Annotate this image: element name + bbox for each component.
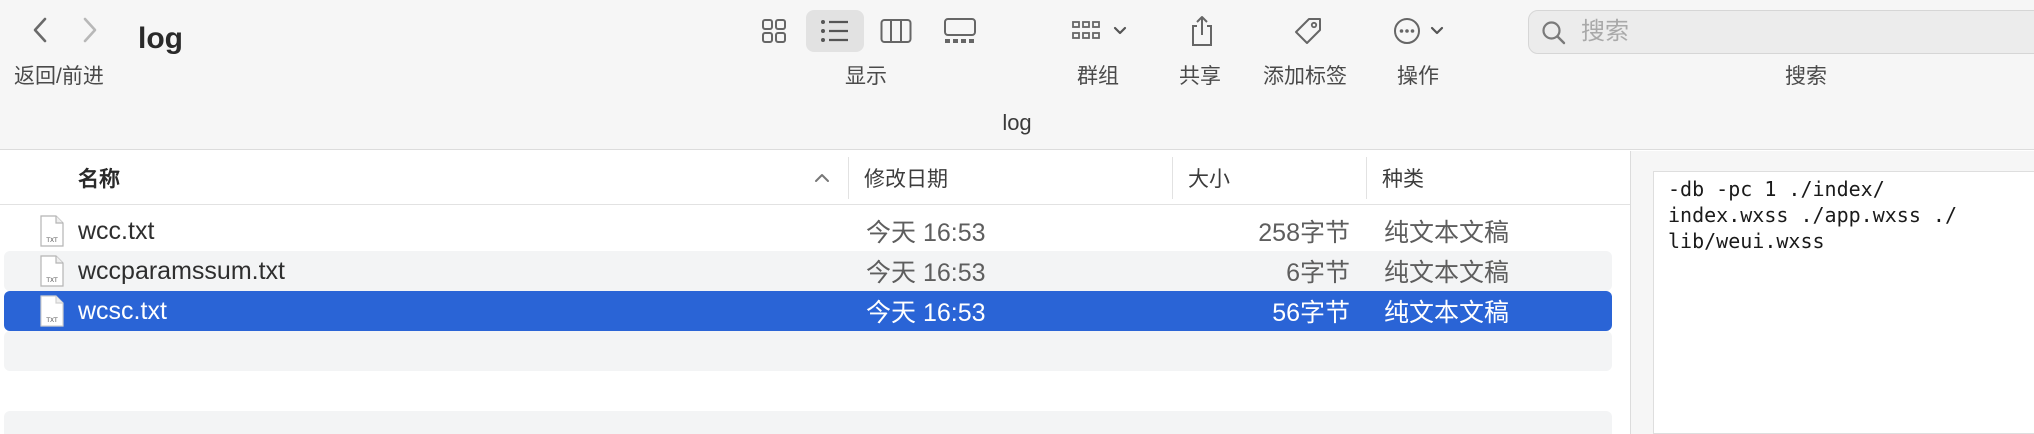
column-view-button[interactable] [874,10,918,52]
add-tag-button[interactable] [1286,10,1330,52]
file-date: 今天 16:53 [866,259,986,287]
file-size: 258字节 [1258,219,1350,247]
grid-icon [762,19,786,43]
list-view-button[interactable] [806,10,864,52]
file-row[interactable]: TXT wcc.txt 今天 16:53 258字节 纯文本文稿 [4,211,1612,251]
search-input[interactable] [1581,15,1981,49]
group-label: 群组 [1077,65,1119,88]
file-name: wcc.txt [78,216,155,245]
path-title: log [1002,110,1032,135]
tag-icon [1295,18,1321,44]
text-file-icon: TXT [40,215,64,247]
file-list: 名称 修改日期 大小 种类 TXT wcc.txt 今天 16:53 258字节 [0,151,1630,434]
column-size-header[interactable]: 大小 [1188,151,1230,205]
nav-label: 返回/前进 [14,65,104,88]
share-button[interactable] [1180,10,1224,52]
column-divider[interactable] [1366,157,1367,199]
file-row-selected[interactable]: TXT wcsc.txt 今天 16:53 56字节 纯文本文稿 [4,291,1612,331]
sort-ascending-icon[interactable] [812,168,832,188]
file-name: wccparamssum.txt [78,256,285,285]
empty-row [4,331,1612,371]
file-row[interactable]: TXT wccparamssum.txt 今天 16:53 6字节 纯文本文稿 [4,251,1612,291]
file-kind: 纯文本文稿 [1384,259,1510,287]
column-kind-header[interactable]: 种类 [1382,151,1424,205]
back-button[interactable] [22,12,58,48]
chevron-right-icon [83,17,97,43]
view-label: 显示 [845,65,887,88]
search-label: 搜索 [1785,65,1827,88]
text-file-icon: TXT [40,255,64,287]
columns-icon [880,19,912,43]
file-name: wcsc.txt [78,296,167,325]
text-file-icon: TXT [40,295,64,327]
group-icon [1072,21,1127,39]
svg-text:TXT: TXT [45,237,58,244]
group-button[interactable] [1068,10,1134,52]
column-divider[interactable] [848,157,849,199]
file-date: 今天 16:53 [866,219,986,247]
chevron-down-icon [1113,26,1127,35]
column-header: 名称 修改日期 大小 种类 [0,151,1630,205]
icon-view-button[interactable] [752,10,796,52]
forward-button[interactable] [72,12,108,48]
file-size: 56字节 [1272,299,1350,327]
finder-window: log 返回/前进 显示 群组 共享 添加标签 操作 搜索 搜索 log 名称 … [0,0,2034,434]
svg-text:TXT: TXT [45,277,58,284]
svg-text:TXT: TXT [45,317,58,324]
column-name-header[interactable]: 名称 [78,151,120,205]
gallery-view-button[interactable] [938,10,982,52]
share-icon [1192,16,1212,46]
window-title: log [138,22,183,55]
column-date-header[interactable]: 修改日期 [864,151,948,205]
chevron-left-icon [33,17,47,43]
toolbar: log 返回/前进 显示 群组 共享 添加标签 操作 搜索 搜索 log [0,0,2034,150]
file-kind: 纯文本文稿 [1384,219,1510,247]
more-icon [1394,18,1444,44]
tags-label: 添加标签 [1263,65,1347,88]
preview-pane: -db -pc 1 ./index/ index.wxss ./app.wxss… [1630,151,2034,434]
action-button[interactable] [1390,10,1452,52]
action-label: 操作 [1397,65,1439,88]
gallery-icon [944,18,976,43]
empty-row [4,371,1612,411]
preview-document[interactable]: -db -pc 1 ./index/ index.wxss ./app.wxss… [1653,171,2034,434]
preview-text: -db -pc 1 ./index/ index.wxss ./app.wxss… [1668,177,1957,253]
file-kind: 纯文本文稿 [1384,299,1510,327]
list-icon [821,20,848,42]
search-field[interactable] [1528,10,2034,54]
file-size: 6字节 [1286,259,1350,287]
empty-row [4,411,1612,434]
file-rows: TXT wcc.txt 今天 16:53 258字节 纯文本文稿 TXT wcc… [4,211,1612,434]
search-icon [1542,21,1566,45]
share-label: 共享 [1179,65,1221,88]
column-divider[interactable] [1172,157,1173,199]
file-date: 今天 16:53 [866,299,986,327]
